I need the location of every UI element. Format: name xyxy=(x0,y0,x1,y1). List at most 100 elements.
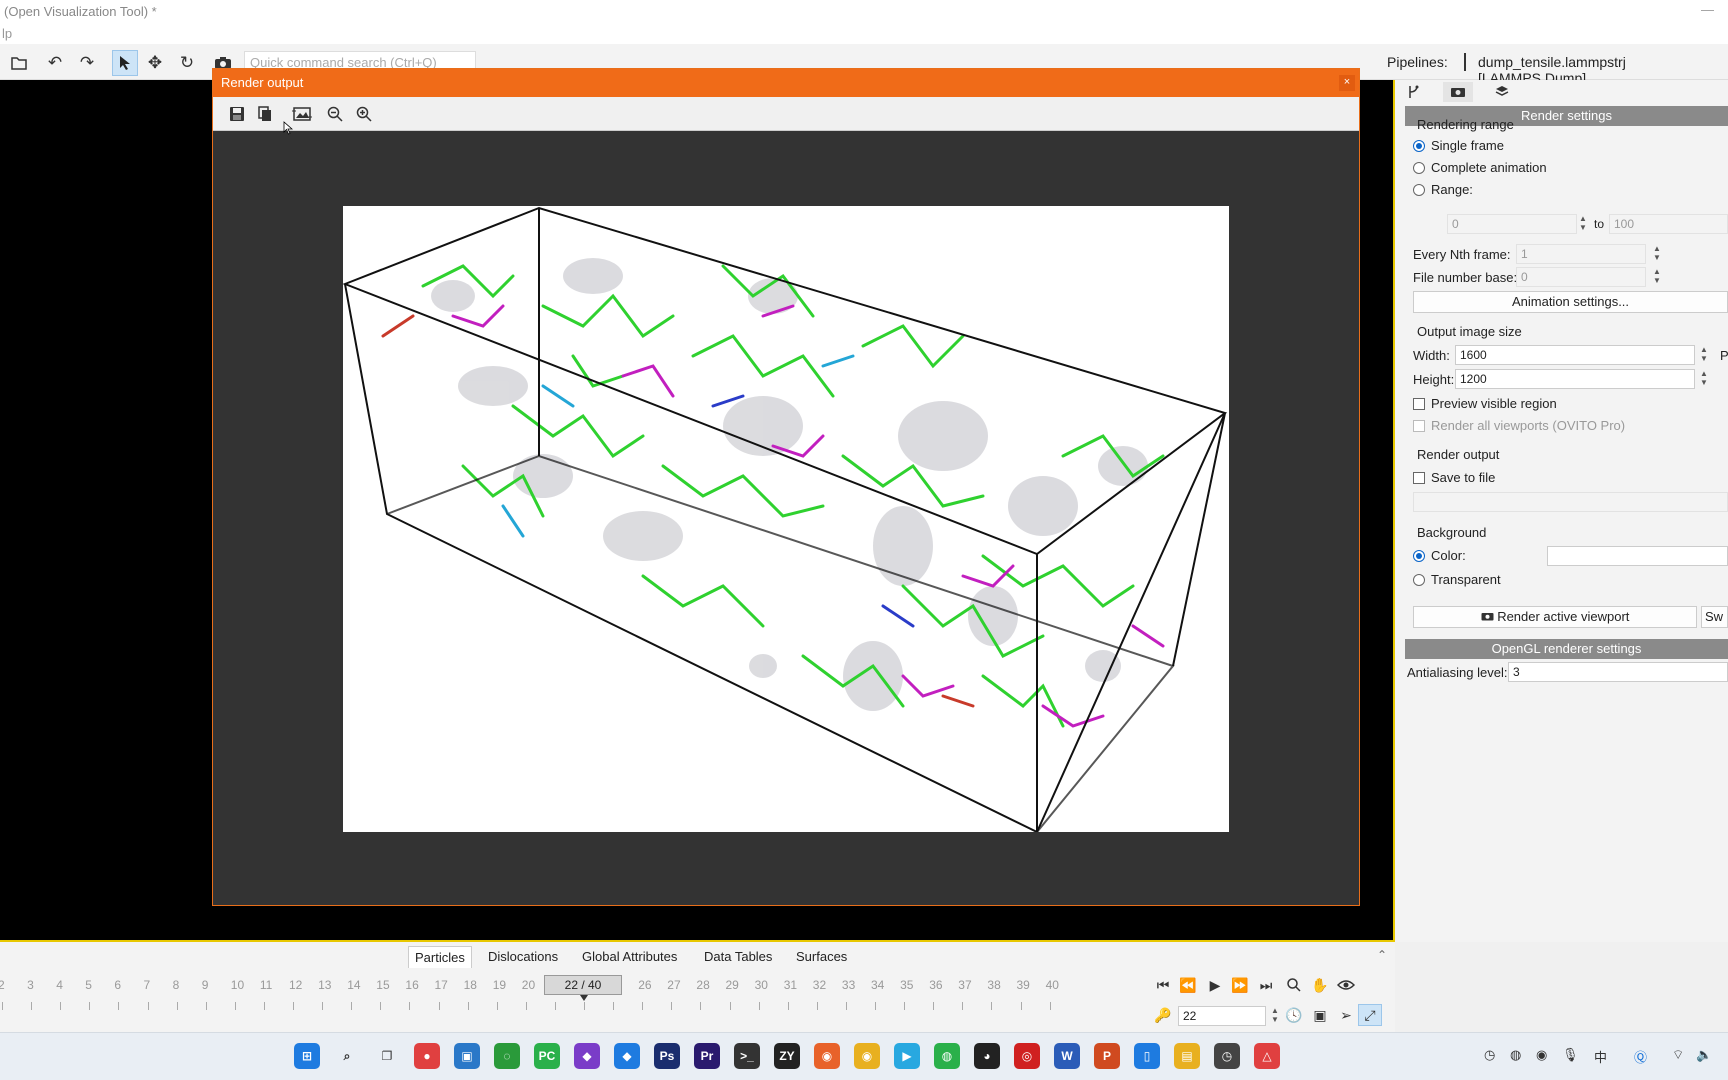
background-color-radio[interactable]: Color: xyxy=(1413,548,1466,563)
first-frame-icon[interactable]: ⏮ xyxy=(1151,974,1175,996)
key-icon[interactable]: 🔑 xyxy=(1151,1004,1175,1026)
tab-data-tables[interactable]: Data Tables xyxy=(698,946,778,968)
range-radio[interactable]: Range: xyxy=(1413,182,1473,197)
firefox-icon[interactable]: ◉ xyxy=(814,1043,840,1069)
netease-icon[interactable]: ◎ xyxy=(1014,1043,1040,1069)
file-number-base-spinner[interactable]: ▲ ▼ xyxy=(1652,267,1662,287)
tray-q-icon[interactable]: Ⓠ xyxy=(1634,1047,1647,1066)
word-icon[interactable]: W xyxy=(1054,1043,1080,1069)
chevron-up-icon[interactable]: ⌃ xyxy=(1377,948,1387,962)
app-icon[interactable]: ● xyxy=(414,1043,440,1069)
output-filename-field[interactable] xyxy=(1413,492,1728,512)
play-icon[interactable]: ▶ xyxy=(1203,974,1227,996)
close-icon[interactable]: × xyxy=(1339,75,1355,91)
antialiasing-field[interactable]: 3 xyxy=(1508,662,1728,682)
save-to-file-checkbox[interactable]: Save to file xyxy=(1413,470,1495,485)
tab-global-attributes[interactable]: Global Attributes xyxy=(576,946,683,968)
checkbox-indicator[interactable] xyxy=(1413,397,1425,410)
checkbox-indicator[interactable] xyxy=(1413,471,1425,484)
previous-frame-icon[interactable]: ⏪ xyxy=(1176,974,1200,996)
move-mode-icon[interactable]: ✥ xyxy=(142,50,168,76)
ovito-icon[interactable]: △ xyxy=(1254,1043,1280,1069)
pipeline-selector[interactable]: dump_tensile.lammpstrj [LAMMPS Dump] xyxy=(1448,50,1722,86)
selection-mode-icon[interactable] xyxy=(112,50,138,76)
zoom-icon[interactable] xyxy=(1282,974,1306,996)
height-spinner[interactable]: ▲ ▼ xyxy=(1699,369,1709,389)
zoom-in-icon[interactable] xyxy=(352,103,376,125)
render-all-viewports-checkbox[interactable]: Render all viewports (OVITO Pro) xyxy=(1413,418,1625,433)
animation-timeline[interactable]: 2345678910111213141516171819202425262728… xyxy=(0,970,1148,1032)
auto-crop-icon[interactable] xyxy=(290,103,314,125)
background-color-swatch[interactable] xyxy=(1547,546,1728,566)
every-nth-frame-field[interactable]: 1 xyxy=(1516,244,1646,264)
last-frame-icon[interactable]: ⏭ xyxy=(1254,974,1278,996)
preview-visible-region-checkbox[interactable]: Preview visible region xyxy=(1413,396,1557,411)
wechat-icon[interactable]: ◍ xyxy=(934,1043,960,1069)
fov-icon[interactable]: ➢ xyxy=(1334,1004,1358,1026)
redo-icon[interactable]: ↷ xyxy=(74,50,100,76)
obs-icon[interactable]: ◷ xyxy=(1214,1043,1240,1069)
current-frame-indicator[interactable]: 22 / 40 xyxy=(544,975,622,995)
pycharm-icon[interactable]: PC xyxy=(534,1043,560,1069)
zoom-out-icon[interactable] xyxy=(323,103,347,125)
search-icon[interactable]: ⌕ xyxy=(334,1043,360,1069)
photoshop-icon[interactable]: Ps xyxy=(654,1043,680,1069)
app-icon[interactable]: ▣ xyxy=(454,1043,480,1069)
animation-settings-button[interactable]: Animation settings... xyxy=(1413,291,1728,313)
volume-icon[interactable]: 🔈 xyxy=(1696,1047,1712,1063)
pan-hand-icon[interactable]: ✋ xyxy=(1308,974,1332,996)
every-nth-spinner[interactable]: ▲ ▼ xyxy=(1652,244,1662,264)
tab-surfaces[interactable]: Surfaces xyxy=(790,946,853,968)
app-icon[interactable]: ◌ xyxy=(494,1043,520,1069)
maximize-viewport-icon[interactable]: ⤢ xyxy=(1358,1004,1382,1026)
copy-to-clipboard-icon[interactable] xyxy=(253,103,277,125)
tray-wechat-icon[interactable]: ◉ xyxy=(1536,1047,1547,1063)
menu-item-help[interactable]: lp xyxy=(2,26,12,41)
view-icon[interactable]: ▣ xyxy=(1308,1004,1332,1026)
frame-spinner[interactable]: 22 xyxy=(1178,1006,1266,1026)
player-icon[interactable]: ▶ xyxy=(894,1043,920,1069)
visual-studio-icon[interactable]: ◆ xyxy=(574,1043,600,1069)
render-tab-icon[interactable] xyxy=(1443,82,1473,102)
radio-indicator[interactable] xyxy=(1413,573,1425,586)
task-view-icon[interactable]: ❐ xyxy=(374,1043,400,1069)
powerpoint-icon[interactable]: P xyxy=(1094,1043,1120,1069)
range-start-spinner[interactable]: ▲ ▼ xyxy=(1578,214,1588,234)
chrome-icon[interactable]: ◉ xyxy=(854,1043,880,1069)
render-active-viewport-button[interactable]: Render active viewport xyxy=(1413,606,1697,628)
layers-tab-icon[interactable] xyxy=(1487,82,1517,102)
premiere-icon[interactable]: Pr xyxy=(694,1043,720,1069)
radio-indicator[interactable] xyxy=(1413,549,1425,562)
switch-renderer-button[interactable]: Sw xyxy=(1701,606,1728,628)
render-window-title-bar[interactable]: Render output × xyxy=(213,69,1359,97)
phone-icon[interactable]: ▯ xyxy=(1134,1043,1160,1069)
tray-app-icon[interactable]: ◍ xyxy=(1510,1047,1521,1063)
input-method-icon[interactable]: 中 xyxy=(1594,1047,1607,1066)
folder-icon[interactable]: ▤ xyxy=(1174,1043,1200,1069)
minimize-button[interactable]: — xyxy=(1701,2,1714,17)
frame-spinner-arrows[interactable]: ▲ ▼ xyxy=(1270,1006,1280,1026)
tab-dislocations[interactable]: Dislocations xyxy=(482,946,564,968)
radio-indicator[interactable] xyxy=(1413,139,1425,152)
zy-icon[interactable]: ZY xyxy=(774,1043,800,1069)
height-field[interactable]: 1200 xyxy=(1455,369,1695,389)
qq-icon[interactable]: ◕ xyxy=(974,1043,1000,1069)
radio-indicator[interactable] xyxy=(1413,183,1425,196)
rotate-mode-icon[interactable]: ↻ xyxy=(174,50,200,76)
undo-icon[interactable]: ↶ xyxy=(42,50,68,76)
wifi-icon[interactable]: ⌔ xyxy=(1672,1047,1684,1063)
next-frame-icon[interactable]: ⏩ xyxy=(1228,974,1252,996)
windows-start-icon[interactable]: ⊞ xyxy=(294,1043,320,1069)
width-field[interactable]: 1600 xyxy=(1455,345,1695,365)
range-start-field[interactable]: 0 xyxy=(1447,214,1577,234)
tab-particles[interactable]: Particles xyxy=(408,946,472,968)
clock-icon[interactable]: 🕓 xyxy=(1282,1004,1306,1026)
vscode-icon[interactable]: ◆ xyxy=(614,1043,640,1069)
file-number-base-field[interactable]: 0 xyxy=(1516,267,1646,287)
single-frame-radio[interactable]: Single frame xyxy=(1413,138,1504,153)
microphone-icon[interactable]: 🎙 xyxy=(1562,1047,1579,1063)
checkbox-indicator[interactable] xyxy=(1413,419,1425,432)
preset-button-cut[interactable]: P xyxy=(1720,348,1728,363)
load-file-icon[interactable] xyxy=(6,50,32,76)
transparent-radio[interactable]: Transparent xyxy=(1413,572,1501,587)
